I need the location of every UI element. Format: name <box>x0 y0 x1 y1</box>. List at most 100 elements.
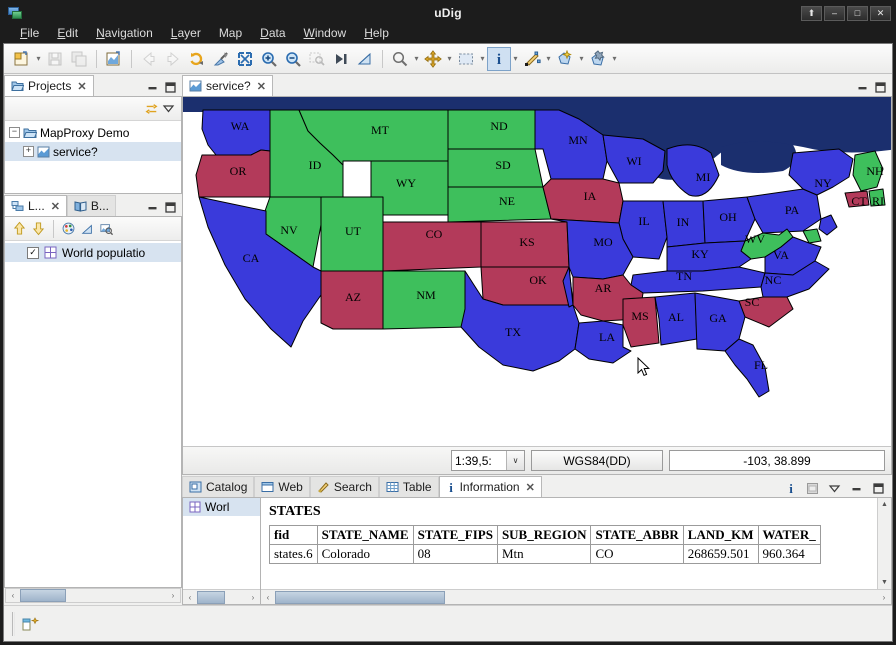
chevron-down-icon[interactable] <box>162 102 175 115</box>
menu-help[interactable]: Help <box>355 25 398 41</box>
select-box-dropdown-icon[interactable]: ▾ <box>478 48 487 70</box>
delete-feature-tool[interactable] <box>586 47 610 71</box>
forward-tool[interactable] <box>161 47 185 71</box>
close-icon[interactable]: ✕ <box>77 80 86 93</box>
layer-world-population[interactable]: ✓ World populatio <box>5 243 181 262</box>
chevron-down-icon[interactable] <box>828 482 841 495</box>
menu-window[interactable]: Window <box>295 25 356 41</box>
scale-combo[interactable]: 1:39,5: ∨ <box>451 450 525 471</box>
tab-catalog[interactable]: Catalog <box>182 476 255 497</box>
zoom-out-tool[interactable] <box>281 47 305 71</box>
save-all-tool[interactable] <box>67 47 91 71</box>
tab-map-service[interactable]: service? ✕ <box>182 75 273 96</box>
tree-item-service[interactable]: + service? <box>5 142 181 161</box>
menu-edit[interactable]: Edit <box>48 25 87 41</box>
delete-feature-dropdown-icon[interactable]: ▾ <box>610 48 619 70</box>
minimize-icon[interactable] <box>850 482 863 495</box>
minimize-icon[interactable] <box>856 81 869 94</box>
arrow-up-icon[interactable] <box>13 221 26 235</box>
pan-dropdown-icon[interactable]: ▾ <box>445 48 454 70</box>
save-tool[interactable] <box>43 47 67 71</box>
tab-information[interactable]: i Information ✕ <box>438 476 542 497</box>
close-icon[interactable]: ✕ <box>51 200 60 213</box>
menu-navigation[interactable]: Navigation <box>87 25 162 41</box>
scroll-down-arrow-icon[interactable]: ▼ <box>878 576 891 589</box>
panel-icon[interactable] <box>806 482 819 495</box>
menu-map[interactable]: Map <box>210 25 251 41</box>
create-feature-tool[interactable] <box>553 47 577 71</box>
scroll-right-arrow-icon[interactable]: › <box>877 593 891 602</box>
scroll-track[interactable] <box>878 511 891 576</box>
scroll-track[interactable] <box>20 589 166 602</box>
info-dropdown-icon[interactable]: ▾ <box>511 48 520 70</box>
create-feature-dropdown-icon[interactable]: ▾ <box>577 48 586 70</box>
zoom-extent-tool[interactable] <box>233 47 257 71</box>
select-box-tool[interactable] <box>454 47 478 71</box>
tree-item-mapproxy-demo[interactable]: − MapProxy Demo <box>5 123 181 142</box>
maximize-icon[interactable] <box>872 482 885 495</box>
maximize-icon[interactable] <box>164 201 177 214</box>
minimize-icon[interactable] <box>146 81 159 94</box>
edit-geometry-dropdown-icon[interactable]: ▾ <box>544 48 553 70</box>
expander-icon[interactable]: + <box>23 146 34 157</box>
zoom-layer-icon[interactable] <box>100 222 113 235</box>
expander-icon[interactable]: − <box>9 127 20 138</box>
tab-web[interactable]: Web <box>254 476 310 497</box>
scale-value[interactable]: 1:39,5: <box>452 454 506 468</box>
zoom-in-tool[interactable] <box>257 47 281 71</box>
tab-layers[interactable]: L... ✕ <box>4 195 67 216</box>
next-tool[interactable] <box>329 47 353 71</box>
scroll-right-arrow-icon[interactable]: › <box>246 593 260 602</box>
information-content-hscrollbar[interactable]: ‹ › <box>261 589 891 604</box>
information-tree-hscrollbar[interactable]: ‹ › <box>183 589 260 604</box>
scroll-track[interactable] <box>197 590 246 604</box>
minimize-icon[interactable] <box>146 201 159 214</box>
maximize-icon[interactable] <box>874 81 887 94</box>
close-icon[interactable]: ✕ <box>257 80 266 93</box>
menu-file[interactable]: File <box>11 25 48 41</box>
edit-geometry-tool[interactable] <box>520 47 544 71</box>
maximize-icon[interactable] <box>164 81 177 94</box>
scroll-left-arrow-icon[interactable]: ‹ <box>6 591 20 600</box>
left-dock-hscrollbar[interactable]: ‹ › <box>5 588 181 603</box>
scroll-thumb[interactable] <box>197 590 225 604</box>
scroll-thumb[interactable] <box>20 589 66 602</box>
arrow-down-icon[interactable] <box>32 222 45 236</box>
style-editor-tool[interactable] <box>353 47 377 71</box>
tab-table[interactable]: Table <box>378 476 439 497</box>
tab-search[interactable]: Search <box>309 476 379 497</box>
map-canvas[interactable]: WA OR ID MT ND SD WY NE NV UT CO KS IA MN WI MI IL IN OH PA… <box>183 97 891 446</box>
zoom-dropdown-icon[interactable]: ▾ <box>412 48 421 70</box>
ramp-icon[interactable] <box>81 222 94 235</box>
info-tree-item-world[interactable]: Worl <box>183 498 260 516</box>
scroll-left-arrow-icon[interactable]: ‹ <box>183 593 197 602</box>
scroll-thumb[interactable] <box>275 590 445 604</box>
zoom-selection-tool[interactable] <box>305 47 329 71</box>
tab-projects[interactable]: Projects ✕ <box>4 75 94 96</box>
layer-visibility-checkbox[interactable]: ✓ <box>27 246 39 259</box>
new-map-tool[interactable] <box>102 47 126 71</box>
information-vscrollbar[interactable]: ▲ ▼ <box>877 498 891 589</box>
info-tool[interactable]: i <box>487 46 511 71</box>
info-i-icon[interactable]: i <box>784 482 797 495</box>
new-project-dropdown-icon[interactable]: ▾ <box>34 48 43 70</box>
new-project-tool[interactable] <box>10 47 34 71</box>
clear-selection-tool[interactable] <box>209 47 233 71</box>
scroll-left-arrow-icon[interactable]: ‹ <box>261 593 275 602</box>
menu-layer[interactable]: Layer <box>162 25 210 41</box>
link-arrows-icon[interactable] <box>145 102 158 115</box>
usa-choropleth-map[interactable]: WA OR ID MT ND SD WY NE NV UT CO KS IA MN WI MI IL IN OH PA… <box>183 97 891 403</box>
crs-button[interactable]: WGS84(DD) <box>531 450 663 471</box>
palette-icon[interactable] <box>62 222 75 235</box>
pan-tool[interactable] <box>421 47 445 71</box>
chevron-down-icon[interactable]: ∨ <box>506 451 524 470</box>
scroll-right-arrow-icon[interactable]: › <box>166 591 180 600</box>
close-icon[interactable]: ✕ <box>526 481 535 494</box>
scroll-track[interactable] <box>275 590 877 604</box>
back-tool[interactable] <box>137 47 161 71</box>
refresh-tool[interactable] <box>185 47 209 71</box>
menu-data[interactable]: Data <box>251 25 294 41</box>
scroll-up-arrow-icon[interactable]: ▲ <box>878 498 891 511</box>
zoom-tool[interactable] <box>388 47 412 71</box>
tab-bookmarks[interactable]: B... <box>66 195 116 216</box>
